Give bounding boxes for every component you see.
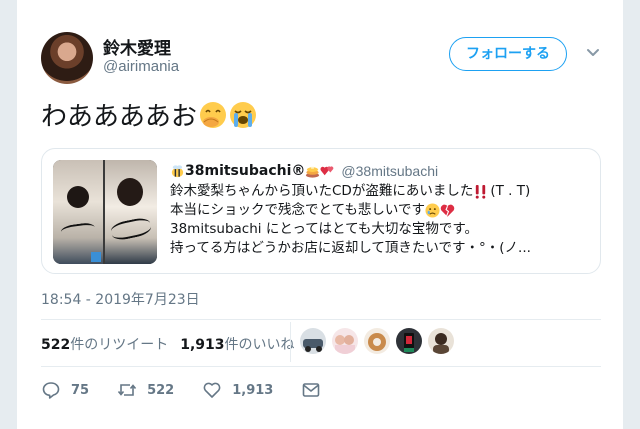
divider [41,366,601,367]
stats-divider [290,322,291,362]
quoted-tweet-body: 鈴木愛梨ちゃんから頂いたCDが盗難にあいました (T . T) 本当にショックで… [170,182,594,258]
loudly-crying-face-emoji-icon [230,101,257,128]
liker-avatar[interactable] [396,328,422,354]
twitter-sticker [91,252,101,262]
liker-avatar[interactable] [300,328,326,354]
page-background-right [623,0,640,429]
likes-stat[interactable]: 1,913件のいいね [180,334,294,354]
quoted-line: 持ってる方はどうかお店に返却して頂きたいです・°・(ノ... [170,239,594,258]
divider [41,319,601,320]
retweet-count: 522 [147,382,175,398]
quoted-line: 鈴木愛梨ちゃんから頂いたCDが盗難にあいました (T . T) [170,182,594,201]
tweet-actions: 75 522 1,913 [41,378,359,402]
liker-avatar[interactable] [332,328,358,354]
liker-avatar[interactable] [428,328,454,354]
author-display-name[interactable]: 鈴木愛理 [103,34,171,59]
direct-message-button[interactable] [301,380,331,400]
retweets-stat[interactable]: 522件のリツイート [41,334,168,354]
quoted-line-text: (T . T) [490,183,531,199]
reply-button[interactable]: 75 [41,380,89,400]
retweets-count: 522 [41,337,71,353]
retweet-button[interactable]: 522 [117,380,174,400]
retweet-icon [117,384,137,396]
tweet-text-body: わああああお [41,102,198,132]
tweet-text: わああああお [41,96,257,133]
bee-icon [171,164,184,177]
reply-count: 75 [71,382,90,398]
quoted-line: 38mitsubachi にとってはとても大切な宝物です。 [170,220,594,239]
retweets-label: 件のリツイート [70,337,169,353]
tweet-timestamp[interactable]: 18:54 - 2019年7月23日 [41,289,200,309]
poster-face-right [117,178,143,206]
chevron-down-icon[interactable] [585,44,601,60]
quoted-tweet[interactable]: 38mitsubachi® @38mitsubachi 鈴木愛梨ちゃんから頂いた… [41,148,601,274]
broken-heart-icon [440,204,455,217]
reply-icon [42,382,60,399]
likes-label: 件のいいね [224,337,295,353]
quoted-author-display-name[interactable]: 38mitsubachi® [185,163,305,179]
poster-right [105,160,157,264]
quoted-line-text: 鈴木愛梨ちゃんから頂いたCDが盗難にあいました [170,183,474,199]
poster-face-left [67,186,89,208]
quoted-tweet-header: 38mitsubachi® @38mitsubachi [170,163,438,179]
tweet-stats: 522件のリツイート 1,913件のいいね [41,334,295,354]
envelope-icon [303,383,320,397]
avatar[interactable] [41,32,93,84]
liker-avatars [300,328,454,354]
like-count: 1,913 [232,382,274,398]
tweet-card: 鈴木愛理 @airimania フォローする わああああお 38mitsubac… [17,0,623,429]
quoted-author-handle[interactable]: @38mitsubachi [341,163,438,179]
follow-button[interactable]: フォローする [449,37,567,71]
liker-avatar[interactable] [364,328,390,354]
heart-icon [203,382,221,398]
page-background-left [0,0,17,429]
quoted-line-text: 本当にショックで残念でとても悲しいです [170,202,426,218]
two-hearts-icon [320,165,334,175]
crying-face-icon [425,203,440,218]
like-button[interactable]: 1,913 [202,380,273,400]
double-exclamation-icon [476,184,486,199]
quoted-tweet-image[interactable] [53,160,157,264]
hand-over-mouth-emoji-icon [200,101,227,128]
author-handle[interactable]: @airimania [103,58,179,75]
quoted-line: 本当にショックで残念でとても悲しいです [170,201,594,220]
pancakes-icon [306,166,320,178]
poster-left [53,160,103,264]
quoted-line-text: 持ってる方はどうかお店に返却して頂きたいです・°・(ノ... [170,240,531,256]
likes-count: 1,913 [180,337,225,353]
quoted-line-text: 38mitsubachi にとってはとても大切な宝物です。 [170,221,479,237]
